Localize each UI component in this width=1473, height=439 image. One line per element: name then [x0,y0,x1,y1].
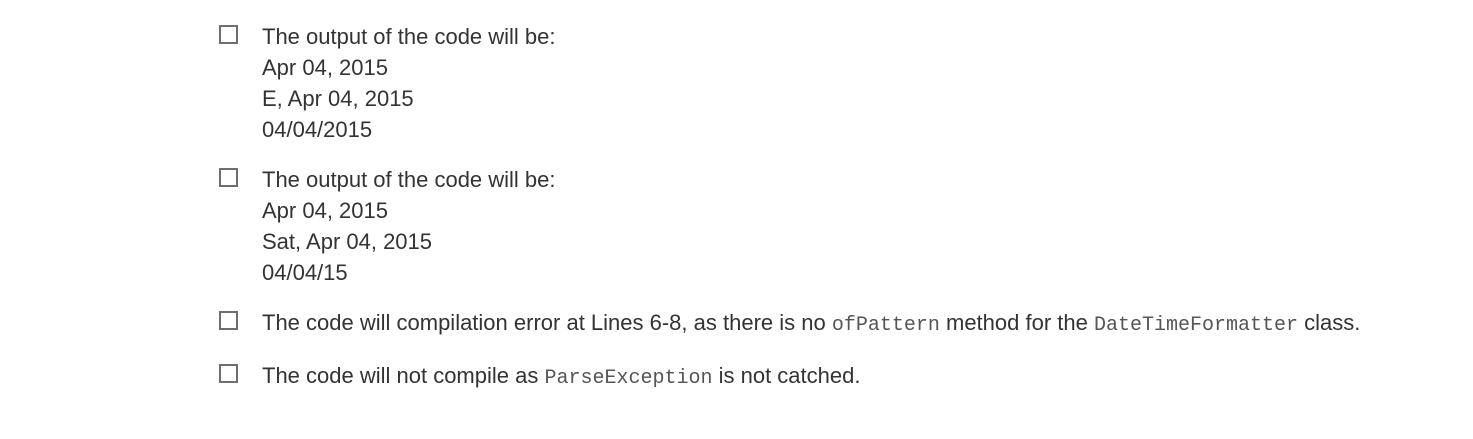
option-2-line-1: The output of the code will be: [262,167,556,192]
option-1-line-2: Apr 04, 2015 [262,55,388,80]
option-4-text: The code will not compile as ParseExcept… [262,360,860,394]
option-1-line-3: E, Apr 04, 2015 [262,86,414,111]
option-1-line-1: The output of the code will be: [262,24,556,49]
option-4-text-after: is not catched. [712,363,861,388]
option-2-checkbox[interactable] [219,168,238,187]
option-3-text-middle: method for the [939,310,1094,335]
option-1-checkbox[interactable] [219,25,238,44]
option-3-text-after: class. [1298,310,1361,335]
option-1-line-4: 04/04/2015 [262,117,373,142]
answer-option-4[interactable]: The code will not compile as ParseExcept… [219,360,1459,394]
option-2-line-2: Apr 04, 2015 [262,198,388,223]
answer-option-1[interactable]: The output of the code will be: Apr 04, … [219,21,1459,145]
option-2-text: The output of the code will be: Apr 04, … [262,164,556,288]
option-2-line-4: 04/04/15 [262,260,348,285]
answer-options: The output of the code will be: Apr 04, … [219,21,1459,413]
option-2-line-3: Sat, Apr 04, 2015 [262,229,433,254]
answer-option-2[interactable]: The output of the code will be: Apr 04, … [219,164,1459,288]
option-3-code-ofpattern: ofPattern [831,314,940,337]
answer-option-3[interactable]: The code will compilation error at Lines… [219,307,1459,341]
option-4-code-parseexception: ParseException [544,367,713,390]
option-1-text: The output of the code will be: Apr 04, … [262,21,556,145]
option-4-checkbox[interactable] [219,364,238,383]
option-3-code-datetimeformatter: DateTimeFormatter [1093,314,1299,337]
option-4-text-before: The code will not compile as [262,363,545,388]
option-3-text-before: The code will compilation error at Lines… [262,310,832,335]
option-3-checkbox[interactable] [219,311,238,330]
option-3-text: The code will compilation error at Lines… [262,307,1360,341]
